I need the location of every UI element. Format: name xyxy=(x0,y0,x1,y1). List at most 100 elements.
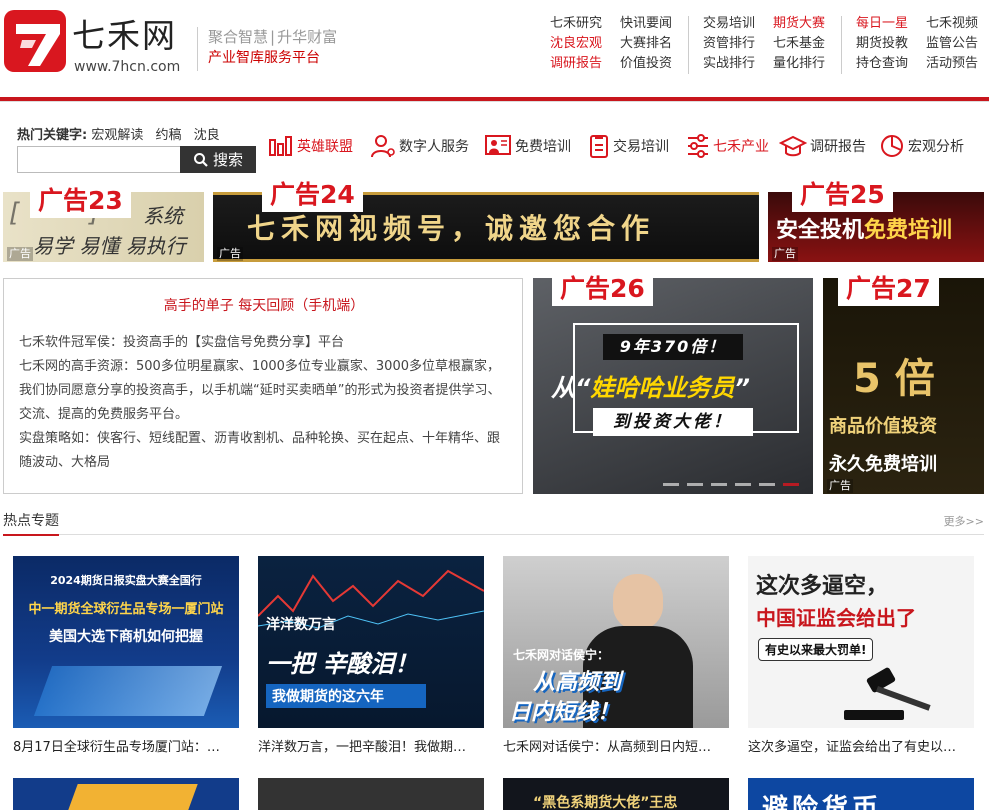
search-input[interactable] xyxy=(17,146,181,173)
logo-icon[interactable] xyxy=(4,10,66,72)
card-text: 洋洋数万言 xyxy=(266,617,336,633)
panel-paragraph: 实盘策略如：侠客行、短线配置、沥青收割机、品种轮换、买在起点、十年精华、跟随波动… xyxy=(19,431,501,470)
top-nav-col-5: 每日一星 期货投教 持仓查询 xyxy=(856,14,908,74)
nav-digital-human[interactable]: 数字人服务 xyxy=(370,130,469,162)
top-link[interactable]: 监管公告 xyxy=(926,34,978,54)
topic-thumbnail[interactable]: 避险货币 xyxy=(748,778,974,810)
top-link[interactable]: 价值投资 xyxy=(620,54,672,74)
ad26-line1: 9年370倍！ xyxy=(603,334,743,360)
more-link[interactable]: 更多>> xyxy=(944,513,984,529)
top-link[interactable]: 交易培训 xyxy=(703,14,755,34)
document-icon xyxy=(590,135,608,158)
ad-24-label: 广告24 xyxy=(262,178,363,212)
ad25-text-a: 安全投机 xyxy=(776,218,865,243)
ad24-text: 七禾网视频号，诚邀您合作 xyxy=(247,212,656,245)
nav-label: 免费培训 xyxy=(515,139,571,155)
topic-card[interactable]: “黑色系期货大佬”王忠 xyxy=(503,778,729,810)
topic-thumbnail[interactable]: 洋洋数万言 一把 辛酸泪！ 我做期货的这六年 xyxy=(258,556,484,728)
card-text: 日内短线！ xyxy=(509,700,620,725)
panel-paragraph: 七禾网的高手资源：500多位明星赢家、1000多位专业赢家、3000多位草根赢家… xyxy=(19,359,501,422)
slider-dots[interactable] xyxy=(663,483,799,486)
site-name[interactable]: 七禾网 xyxy=(72,16,177,56)
ad26-line3: 到投资大佬！ xyxy=(593,408,753,436)
hot-keyword[interactable]: 约稿 xyxy=(156,128,182,143)
ad27-big: 5 倍 xyxy=(853,356,935,402)
card-text: 一把 辛酸泪！ xyxy=(266,650,419,678)
intro-panel: 高手的单子 每天回顾（手机端） 七禾软件冠军侯：投资高手的【实盘信号免费分享】平… xyxy=(3,278,523,494)
topic-thumbnail[interactable] xyxy=(258,778,484,810)
top-link[interactable]: 七禾研究 xyxy=(550,14,602,34)
topic-thumbnail[interactable]: “黑色系期货大佬”王忠 xyxy=(503,778,729,810)
card-text: 避险货币 xyxy=(762,794,883,810)
panel-paragraph: 七禾软件冠军侯：投资高手的【实盘信号免费分享】平台 xyxy=(19,335,345,350)
top-link[interactable]: 每日一星 xyxy=(856,14,908,34)
topic-caption[interactable]: 8月17日全球衍生品专场厦门站：… xyxy=(13,736,243,755)
top-link[interactable]: 七禾基金 xyxy=(773,34,825,54)
card-text: 七禾网对话侯宁： xyxy=(513,648,610,662)
pie-chart-icon xyxy=(881,135,903,157)
topic-card[interactable]: 2024期货日报实盘大赛全国行 中一期货全球衍生品专场一厦门站 美国大选下商机如… xyxy=(13,556,239,755)
topic-card[interactable] xyxy=(13,778,239,810)
top-link[interactable]: 大赛排名 xyxy=(620,34,672,54)
search-button[interactable]: 搜索 xyxy=(180,146,256,173)
slogan-sep: | xyxy=(270,28,276,46)
ad-26-label: 广告26 xyxy=(552,272,653,306)
top-link[interactable]: 资管排行 xyxy=(703,34,755,54)
page: 七禾网 www.7hcn.com 聚合智慧 | 升华财富 产业智库服务平台 七禾研究… xyxy=(0,0,989,810)
ad-27[interactable]: 5 倍 商品价值投资 永久免费培训 广告 xyxy=(823,278,984,494)
ad-tag: 广告 xyxy=(7,247,33,261)
topic-card[interactable] xyxy=(258,778,484,810)
topic-thumbnail[interactable]: 这次多逼空， 中国证监会给出了 有史以来最大罚单! xyxy=(748,556,974,728)
divider xyxy=(841,16,842,74)
top-link[interactable]: 活动预告 xyxy=(926,54,978,74)
search-button-label: 搜索 xyxy=(212,152,243,169)
top-link[interactable]: 快讯要闻 xyxy=(620,14,672,34)
nav-label: 数字人服务 xyxy=(399,139,469,155)
nav-free-training[interactable]: 免费培训 xyxy=(484,130,571,162)
top-link[interactable]: 实战排行 xyxy=(703,54,755,74)
top-link[interactable]: 期货大赛 xyxy=(773,14,825,34)
topic-card[interactable]: 洋洋数万言 一把 辛酸泪！ 我做期货的这六年 洋洋数万言，一把辛酸泪！我做期… xyxy=(258,556,484,755)
top-nav-col-4: 期货大赛 七禾基金 量化排行 xyxy=(773,14,825,74)
divider xyxy=(688,16,689,74)
ad-26[interactable]: 9年370倍！ 从“娃哈哈业务员” 到投资大佬！ xyxy=(533,278,813,494)
top-link[interactable]: 期货投教 xyxy=(856,34,908,54)
top-link[interactable]: 调研报告 xyxy=(550,54,602,74)
panel-body: 七禾软件冠军侯：投资高手的【实盘信号免费分享】平台 七禾网的高手资源：500多位… xyxy=(19,331,509,475)
topic-card[interactable]: 这次多逼空， 中国证监会给出了 有史以来最大罚单! 这次多逼空，证监会给出了有史… xyxy=(748,556,974,755)
top-nav-col-2: 快讯要闻 大赛排名 价值投资 xyxy=(620,14,672,74)
presentation-icon xyxy=(485,135,511,155)
topics-title[interactable]: 热点专题 xyxy=(3,510,59,536)
topic-thumbnail[interactable] xyxy=(13,778,239,810)
topic-thumbnail[interactable]: 七禾网对话侯宁： 从高频到 日内短线！ xyxy=(503,556,729,728)
card-text: 美国大选下商机如何把握 xyxy=(49,629,203,645)
site-url: www.7hcn.com xyxy=(74,59,181,75)
nav-industry[interactable]: 七禾产业 xyxy=(686,130,769,162)
top-link[interactable]: 沈良宏观 xyxy=(550,34,602,54)
ad-tag: 广告 xyxy=(217,247,243,261)
top-link[interactable]: 七禾视频 xyxy=(926,14,978,34)
hot-keywords-label: 热门关键字: xyxy=(17,128,88,143)
hot-keyword[interactable]: 宏观解读 xyxy=(91,128,143,143)
search-icon xyxy=(193,152,208,167)
user-icon xyxy=(371,135,395,158)
topic-card[interactable]: 七禾网对话侯宁： 从高频到 日内短线！ 七禾网对话侯宁：从高频到日内短… xyxy=(503,556,729,755)
top-nav-col-1: 七禾研究 沈良宏观 调研报告 xyxy=(550,14,602,74)
topic-thumbnail[interactable]: 2024期货日报实盘大赛全国行 中一期货全球衍生品专场一厦门站 美国大选下商机如… xyxy=(13,556,239,728)
nav-trading-training[interactable]: 交易培训 xyxy=(588,130,669,162)
topic-caption[interactable]: 这次多逼空，证监会给出了有史以… xyxy=(748,736,978,755)
top-link[interactable]: 量化排行 xyxy=(773,54,825,74)
nav-label: 英雄联盟 xyxy=(297,139,353,155)
panel-title[interactable]: 高手的单子 每天回顾（手机端） xyxy=(4,295,524,315)
tagline: 产业智库服务平台 xyxy=(208,50,320,66)
topic-caption[interactable]: 洋洋数万言，一把辛酸泪！我做期… xyxy=(258,736,488,755)
topic-caption[interactable]: 七禾网对话侯宁：从高频到日内短… xyxy=(503,736,733,755)
top-link[interactable]: 持仓查询 xyxy=(856,54,908,74)
hot-keyword[interactable]: 沈良 xyxy=(194,128,220,143)
nav-hero-league[interactable]: 英雄联盟 xyxy=(268,130,353,162)
nav-macro-analysis[interactable]: 宏观分析 xyxy=(879,130,964,162)
topic-card[interactable]: 避险货币 xyxy=(748,778,974,810)
ad-27-label: 广告27 xyxy=(838,272,939,306)
nav-research-report[interactable]: 调研报告 xyxy=(779,130,866,162)
hot-keywords: 热门关键字: 宏观解读 约稿 沈良 xyxy=(17,124,228,143)
